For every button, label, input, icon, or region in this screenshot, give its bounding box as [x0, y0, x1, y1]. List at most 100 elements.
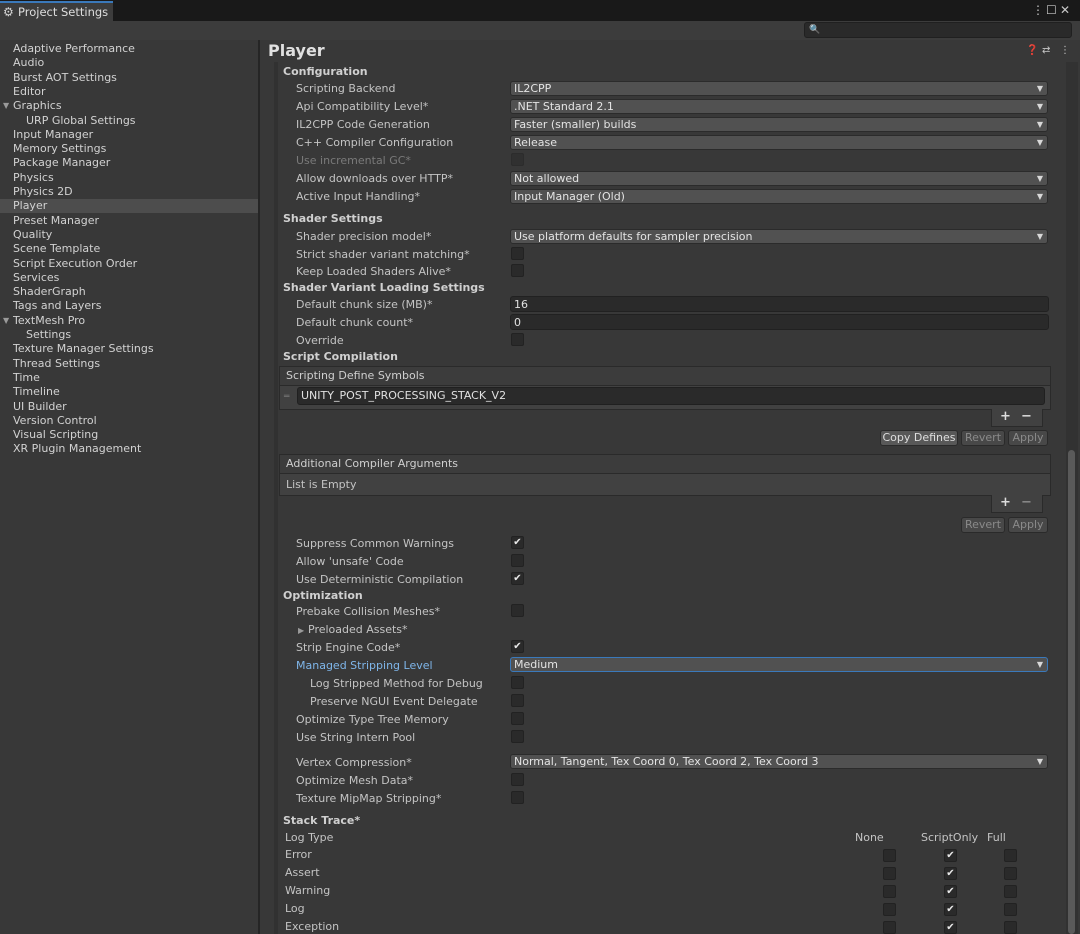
sidebar-item[interactable]: Timeline: [0, 385, 258, 399]
tab-project-settings[interactable]: ⚙ Project Settings: [0, 1, 113, 21]
search-input[interactable]: 🔍: [804, 22, 1072, 38]
maximize-icon[interactable]: ☐: [1046, 3, 1057, 17]
strict-variant-checkbox[interactable]: [511, 247, 524, 260]
sidebar-item[interactable]: Visual Scripting: [0, 428, 258, 442]
stack-trace-checkbox[interactable]: [883, 903, 896, 916]
add-icon[interactable]: +: [1000, 496, 1011, 510]
input-handling-dropdown[interactable]: Input Manager (Old) ▼: [510, 189, 1048, 204]
stack-trace-checkbox[interactable]: [1004, 921, 1017, 934]
sidebar-item[interactable]: Tags and Layers: [0, 299, 258, 313]
allow-http-dropdown[interactable]: Not allowed ▼: [510, 171, 1048, 186]
sidebar-item[interactable]: Quality: [0, 228, 258, 242]
sidebar-item[interactable]: Package Manager: [0, 156, 258, 170]
revert-button[interactable]: Revert: [961, 430, 1005, 446]
sidebar-item[interactable]: Script Execution Order: [0, 257, 258, 271]
sidebar-item[interactable]: URP Global Settings: [0, 114, 258, 128]
stack-trace-checkbox[interactable]: ✔: [944, 849, 957, 862]
stack-trace-checkbox[interactable]: [883, 867, 896, 880]
stack-trace-checkbox[interactable]: [1004, 867, 1017, 880]
sidebar-item-label: Package Manager: [13, 156, 111, 170]
shader-precision-dropdown[interactable]: Use platform defaults for sampler precis…: [510, 229, 1048, 244]
strip-engine-checkbox[interactable]: ✔: [511, 640, 524, 653]
optimize-mesh-checkbox[interactable]: [511, 773, 524, 786]
sidebar-item[interactable]: Scene Template: [0, 242, 258, 256]
stack-trace-checkbox[interactable]: ✔: [944, 903, 957, 916]
sidebar-item[interactable]: Physics 2D: [0, 185, 258, 199]
chunk-size-field[interactable]: 16: [510, 296, 1049, 312]
define-symbol-field[interactable]: UNITY_POST_PROCESSING_STACK_V2: [297, 387, 1045, 405]
remove-icon[interactable]: −: [1021, 496, 1032, 510]
sidebar-item[interactable]: Audio: [0, 56, 258, 70]
copy-defines-button[interactable]: Copy Defines: [880, 430, 958, 446]
sidebar-item[interactable]: Burst AOT Settings: [0, 71, 258, 85]
apply-button[interactable]: Apply: [1008, 430, 1048, 446]
apply-button[interactable]: Apply: [1008, 517, 1048, 533]
stack-trace-checkbox[interactable]: [1004, 885, 1017, 898]
sidebar-item[interactable]: Input Manager: [0, 128, 258, 142]
shader-precision-label: Shader precision model*: [296, 230, 432, 243]
add-icon[interactable]: +: [1000, 410, 1011, 424]
sidebar-item[interactable]: Physics: [0, 171, 258, 185]
sidebar-item[interactable]: Editor: [0, 85, 258, 99]
sidebar-item[interactable]: Memory Settings: [0, 142, 258, 156]
expand-arrow-icon[interactable]: ▼: [3, 99, 9, 113]
menu-icon[interactable]: ⋮: [1060, 44, 1070, 58]
sidebar-item[interactable]: XR Plugin Management: [0, 442, 258, 456]
sidebar-item[interactable]: ShaderGraph: [0, 285, 258, 299]
allow-unsafe-checkbox[interactable]: [511, 554, 524, 567]
more-options-icon[interactable]: ⋮: [1032, 3, 1044, 17]
dropdown-value: Normal, Tangent, Tex Coord 0, Tex Coord …: [514, 755, 819, 768]
sidebar-item[interactable]: Thread Settings: [0, 357, 258, 371]
help-icon[interactable]: ❓: [1026, 44, 1038, 58]
string-intern-checkbox[interactable]: [511, 730, 524, 743]
scrollbar-thumb[interactable]: [1068, 450, 1075, 934]
revert-button[interactable]: Revert: [961, 517, 1005, 533]
api-compat-dropdown[interactable]: .NET Standard 2.1 ▼: [510, 99, 1048, 114]
sidebar-item[interactable]: Version Control: [0, 414, 258, 428]
preserve-ngui-checkbox[interactable]: [511, 694, 524, 707]
sidebar-item-label: TextMesh Pro: [13, 313, 86, 327]
log-stripped-checkbox[interactable]: [511, 676, 524, 689]
stack-trace-checkbox[interactable]: [883, 921, 896, 934]
deterministic-checkbox[interactable]: ✔: [511, 572, 524, 585]
stack-trace-checkbox[interactable]: ✔: [944, 921, 957, 934]
keep-loaded-checkbox[interactable]: [511, 264, 524, 277]
stack-trace-checkbox[interactable]: [883, 849, 896, 862]
sidebar-item[interactable]: Adaptive Performance: [0, 42, 258, 56]
managed-stripping-dropdown[interactable]: Medium ▼: [510, 657, 1048, 672]
suppress-warnings-checkbox[interactable]: ✔: [511, 536, 524, 549]
sidebar-item[interactable]: UI Builder: [0, 400, 258, 414]
mipmap-stripping-checkbox[interactable]: [511, 791, 524, 804]
stack-trace-checkbox[interactable]: [1004, 903, 1017, 916]
expand-arrow-icon[interactable]: ▼: [3, 314, 9, 328]
presets-icon[interactable]: ⇄: [1042, 44, 1050, 58]
sidebar-item[interactable]: Player: [0, 199, 258, 214]
sidebar-item[interactable]: Time: [0, 371, 258, 385]
sidebar-item-label: Timeline: [13, 385, 60, 399]
preloaded-assets-foldout[interactable]: Preloaded Assets*: [308, 623, 408, 637]
sidebar-item[interactable]: Texture Manager Settings: [0, 342, 258, 356]
stack-trace-checkbox[interactable]: ✔: [944, 885, 957, 898]
sidebar-item-label: Burst AOT Settings: [13, 70, 117, 84]
sidebar-item[interactable]: Services: [0, 271, 258, 285]
stack-trace-checkbox[interactable]: [1004, 849, 1017, 862]
sidebar-item[interactable]: ▼ Graphics: [0, 99, 258, 113]
sidebar-item[interactable]: ▼ TextMesh Pro: [0, 314, 258, 328]
vertex-compression-dropdown[interactable]: Normal, Tangent, Tex Coord 0, Tex Coord …: [510, 754, 1048, 769]
sidebar-item[interactable]: Settings: [0, 328, 258, 342]
close-icon[interactable]: ✕: [1060, 3, 1070, 17]
chunk-count-field[interactable]: 0: [510, 314, 1049, 330]
sidebar-item[interactable]: Preset Manager: [0, 214, 258, 228]
stack-trace-checkbox[interactable]: [883, 885, 896, 898]
scripting-backend-dropdown[interactable]: IL2CPP ▼: [510, 81, 1048, 96]
remove-icon[interactable]: −: [1021, 410, 1032, 424]
stack-trace-checkbox[interactable]: ✔: [944, 867, 957, 880]
override-checkbox[interactable]: [511, 333, 524, 346]
type-tree-label: Optimize Type Tree Memory: [296, 713, 449, 726]
type-tree-checkbox[interactable]: [511, 712, 524, 725]
drag-handle-icon[interactable]: ═: [284, 392, 289, 402]
prebake-checkbox[interactable]: [511, 604, 524, 617]
cpp-compiler-dropdown[interactable]: Release ▼: [510, 135, 1048, 150]
il2cpp-codegen-dropdown[interactable]: Faster (smaller) builds ▼: [510, 117, 1048, 132]
expand-arrow-icon[interactable]: ▶: [298, 624, 304, 638]
